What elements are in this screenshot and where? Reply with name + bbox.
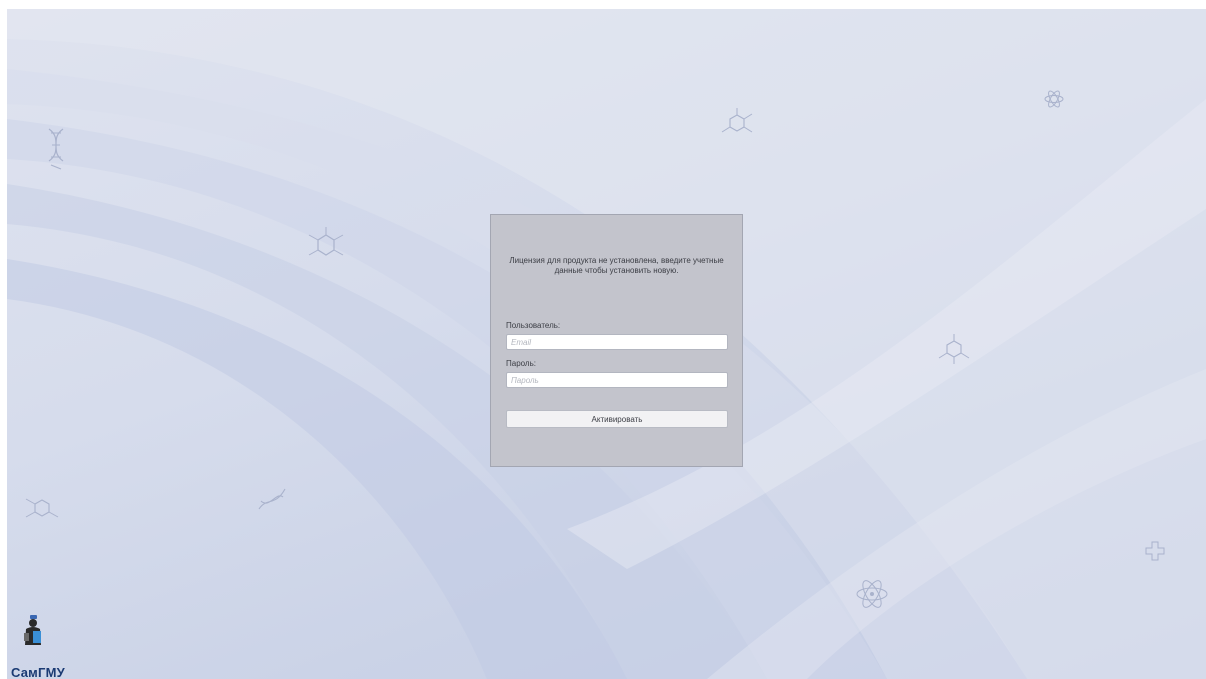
molecule-icon <box>25 498 59 518</box>
password-field[interactable] <box>506 372 728 388</box>
activate-button[interactable]: Активировать <box>506 410 728 428</box>
dna-icon <box>48 128 64 170</box>
medical-cross-icon <box>1145 541 1165 561</box>
email-field[interactable] <box>506 334 728 350</box>
atom-icon <box>856 580 888 608</box>
app-window: Лицензия для продукта не установлена, вв… <box>7 9 1206 679</box>
logo-emblem-icon <box>24 615 41 645</box>
atom-icon <box>1044 90 1064 108</box>
logo-text: СамГМУ <box>11 665 65 679</box>
password-label: Пароль: <box>506 359 536 368</box>
molecule-icon <box>938 334 970 364</box>
molecule-icon <box>721 108 753 133</box>
license-dialog: Лицензия для продукта не установлена, вв… <box>490 214 743 467</box>
molecule-icon <box>308 227 344 256</box>
user-label: Пользователь: <box>506 321 561 330</box>
dna-icon <box>258 488 286 510</box>
license-message: Лицензия для продукта не установлена, вв… <box>509 256 724 275</box>
university-logo: СамГМУ <box>7 611 77 679</box>
